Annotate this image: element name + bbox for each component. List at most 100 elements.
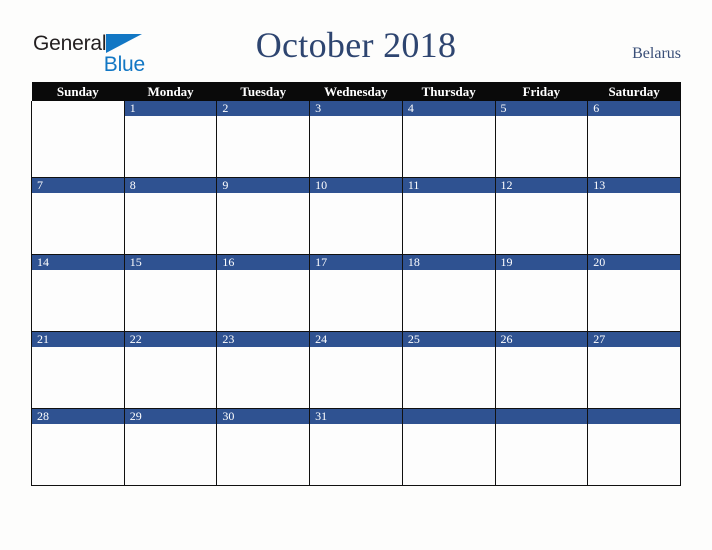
calendar-day-cell[interactable]: 8 [123,177,218,255]
calendar-day-cell[interactable]: 16 [216,254,311,332]
day-note-area[interactable] [310,270,402,331]
day-note-area[interactable] [32,347,124,408]
day-note-area[interactable] [402,347,495,408]
day-number [495,409,588,424]
day-note-area[interactable] [32,116,124,177]
day-note-area[interactable] [495,193,588,254]
day-note-area[interactable] [124,347,217,408]
day-note-area[interactable] [32,270,124,331]
day-number: 16 [217,255,310,270]
day-note-area[interactable] [124,270,217,331]
calendar-day-cell[interactable]: 6 [587,101,681,178]
calendar-week-row: 7 8 9 10 11 12 13 [31,177,681,255]
weekday-header-saturday: Saturday [587,82,681,101]
day-note-area[interactable] [588,270,680,331]
day-note-area[interactable] [495,116,588,177]
day-note-area[interactable] [495,424,588,485]
day-note-area[interactable] [217,116,310,177]
calendar-day-cell[interactable]: 23 [216,331,311,409]
day-number: 18 [402,255,495,270]
day-number: 14 [32,255,124,270]
calendar-day-cell[interactable]: 20 [587,254,681,332]
day-note-area[interactable] [217,424,310,485]
day-note-area[interactable] [32,193,124,254]
calendar-day-cell[interactable] [31,101,125,178]
calendar-day-cell[interactable] [587,408,681,486]
calendar-day-cell[interactable]: 19 [494,254,589,332]
calendar-day-cell[interactable]: 24 [309,331,403,409]
calendar-day-cell[interactable]: 4 [401,101,496,178]
day-note-area[interactable] [124,193,217,254]
day-number [402,409,495,424]
calendar-day-cell[interactable]: 31 [309,408,403,486]
day-note-area[interactable] [32,424,124,485]
calendar-day-cell[interactable]: 27 [587,331,681,409]
calendar-day-cell[interactable]: 11 [401,177,496,255]
day-note-area[interactable] [402,193,495,254]
calendar-week-row: 28 29 30 31 [31,408,681,486]
day-note-area[interactable] [588,116,680,177]
day-note-area[interactable] [217,347,310,408]
calendar-day-cell[interactable]: 21 [31,331,125,409]
day-note-area[interactable] [217,193,310,254]
calendar-day-cell[interactable]: 3 [309,101,403,178]
day-number: 13 [588,178,680,193]
day-number: 10 [310,178,402,193]
day-note-area[interactable] [310,424,402,485]
calendar-day-cell[interactable]: 29 [123,408,218,486]
calendar-day-cell[interactable]: 10 [309,177,403,255]
calendar-day-cell[interactable]: 30 [216,408,311,486]
calendar-day-cell[interactable]: 17 [309,254,403,332]
day-note-area[interactable] [588,347,680,408]
weekday-header-tuesday: Tuesday [216,82,310,101]
day-note-area[interactable] [402,116,495,177]
day-number: 4 [402,101,495,116]
day-note-area[interactable] [310,193,402,254]
calendar-day-cell[interactable]: 1 [123,101,218,178]
day-number: 12 [495,178,588,193]
day-number: 8 [124,178,217,193]
calendar-day-cell[interactable]: 13 [587,177,681,255]
day-note-area[interactable] [402,270,495,331]
day-number: 30 [217,409,310,424]
day-number: 20 [588,255,680,270]
calendar-day-cell[interactable]: 7 [31,177,125,255]
calendar-day-cell[interactable]: 22 [123,331,218,409]
calendar-day-cell[interactable]: 18 [401,254,496,332]
calendar-table: Sunday Monday Tuesday Wednesday Thursday… [31,82,681,486]
day-note-area[interactable] [124,424,217,485]
day-note-area[interactable] [588,424,680,485]
day-note-area[interactable] [588,193,680,254]
page-header: General Blue October 2018 Belarus [0,0,712,82]
calendar-week-row: 14 15 16 17 18 19 20 [31,254,681,332]
day-number: 5 [495,101,588,116]
weekday-header-monday: Monday [124,82,217,101]
day-number: 15 [124,255,217,270]
calendar-day-cell[interactable]: 14 [31,254,125,332]
calendar-day-cell[interactable] [401,408,496,486]
day-note-area[interactable] [310,347,402,408]
day-note-area[interactable] [495,347,588,408]
day-note-area[interactable] [402,424,495,485]
day-note-area[interactable] [124,116,217,177]
calendar-day-cell[interactable]: 28 [31,408,125,486]
day-note-area[interactable] [217,270,310,331]
calendar-day-cell[interactable] [494,408,589,486]
calendar-week-row: 21 22 23 24 25 26 27 [31,331,681,409]
calendar-day-cell[interactable]: 15 [123,254,218,332]
weekday-header-row: Sunday Monday Tuesday Wednesday Thursday… [31,82,681,101]
calendar-day-cell[interactable]: 25 [401,331,496,409]
day-number: 22 [124,332,217,347]
calendar-day-cell[interactable]: 2 [216,101,311,178]
day-number: 26 [495,332,588,347]
day-number: 3 [310,101,402,116]
day-number [32,101,124,116]
day-note-area[interactable] [310,116,402,177]
calendar-day-cell[interactable]: 5 [494,101,589,178]
day-number: 28 [32,409,124,424]
calendar-day-cell[interactable]: 26 [494,331,589,409]
calendar-day-cell[interactable]: 12 [494,177,589,255]
day-note-area[interactable] [495,270,588,331]
calendar-day-cell[interactable]: 9 [216,177,311,255]
day-number: 27 [588,332,680,347]
